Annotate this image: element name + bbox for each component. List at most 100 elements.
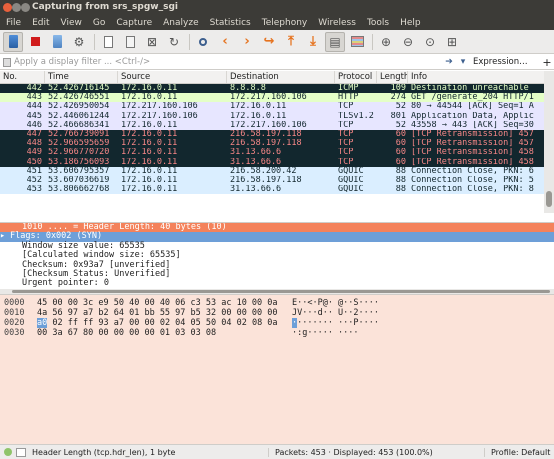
hex-bytes[interactable]: a0 02 ff ff 93 a7 00 00 02 04 05 50 04 0…: [32, 318, 292, 328]
cell-protocol: TCP: [338, 139, 354, 149]
ascii-bytes[interactable]: ········ ···P····: [292, 318, 412, 328]
cell-destination: 31.13.66.6: [230, 148, 282, 158]
menu-tools[interactable]: Tools: [367, 18, 389, 28]
cell-no: 449: [26, 148, 42, 158]
display-filter-input[interactable]: Apply a display filter ... <Ctrl-/>: [0, 56, 442, 69]
bytes-row[interactable]: 0020 a0 02 ff ff 93 a7 00 00 02 04 05 50…: [0, 318, 554, 328]
menu-analyze[interactable]: Analyze: [163, 18, 198, 28]
autoscroll-icon: ▤: [329, 34, 341, 49]
capture-options-button[interactable]: ⚙: [69, 32, 89, 52]
start-capture-button[interactable]: [3, 31, 23, 52]
column-header-no[interactable]: No.: [0, 71, 45, 83]
ascii-bytes[interactable]: E··<·P@· @··S····: [292, 298, 412, 308]
reload-file-button[interactable]: ↻: [164, 32, 184, 52]
save-file-button[interactable]: [120, 32, 140, 52]
column-header-protocol[interactable]: Protocol: [335, 71, 377, 83]
resize-columns-button[interactable]: ⊞: [442, 32, 462, 52]
close-window-button[interactable]: [3, 3, 12, 12]
filter-dropdown-button[interactable]: ▾: [456, 57, 470, 67]
cell-length: 88: [395, 185, 406, 195]
ascii-bytes[interactable]: ·:g····· ····: [292, 328, 412, 338]
find-packet-button[interactable]: [193, 32, 213, 52]
cell-info: Application Data, Applic: [411, 111, 534, 121]
autoscroll-button[interactable]: ▤: [325, 31, 345, 52]
bytes-row[interactable]: 0030 00 3a 67 80 00 00 00 00 01 03 03 08…: [0, 328, 554, 338]
edit-comment-icon[interactable]: [16, 447, 26, 457]
packet-row[interactable]: 442 52.426716145 172.16.0.11 8.8.8.8 ICMP 109…: [0, 84, 544, 94]
menu-view[interactable]: View: [61, 18, 82, 28]
expression-button[interactable]: Expression…: [470, 57, 540, 67]
menu-capture[interactable]: Capture: [116, 18, 152, 28]
restart-capture-button[interactable]: [47, 32, 67, 52]
highlighted-byte[interactable]: a0: [37, 318, 48, 328]
packet-row[interactable]: 448 52.966595659 172.16.0.11 216.58.197.118…: [0, 139, 544, 149]
open-file-button[interactable]: [98, 32, 118, 52]
column-header-source[interactable]: Source: [118, 71, 227, 83]
first-packet-button[interactable]: ⤒: [281, 32, 301, 52]
cell-info: [TCP Retransmission] 457: [411, 129, 534, 139]
menu-statistics[interactable]: Statistics: [210, 18, 251, 28]
packet-row[interactable]: 447 52.766739091 172.16.0.11 216.58.197.118…: [0, 129, 544, 140]
packet-count-status: Packets: 453 · Displayed: 453 (100.0%): [268, 447, 484, 457]
ascii-bytes[interactable]: JV···d·· U··2····: [292, 308, 412, 318]
go-to-packet-button[interactable]: ↪: [259, 32, 279, 52]
bytes-row[interactable]: 0010 4a 56 97 a7 b2 64 01 bb 55 97 b5 32…: [0, 308, 554, 318]
column-header-info[interactable]: Info: [408, 71, 544, 83]
close-file-button[interactable]: ⊠: [142, 32, 162, 52]
minimize-window-button[interactable]: [12, 3, 21, 12]
gear-icon: ⚙: [73, 34, 85, 49]
cell-source: 172.16.0.11: [121, 166, 178, 176]
status-indicator-icon[interactable]: [4, 448, 12, 456]
bookmark-icon: [3, 57, 11, 67]
stop-capture-button[interactable]: [25, 32, 45, 52]
column-header-length[interactable]: Length: [377, 71, 408, 83]
menu-file[interactable]: File: [6, 18, 21, 28]
cell-destination: 172.217.160.106: [230, 120, 307, 130]
packet-list-scrollbar[interactable]: [544, 71, 554, 213]
apply-filter-button[interactable]: ➔: [442, 57, 456, 67]
save-icon: [125, 35, 135, 48]
menu-edit[interactable]: Edit: [32, 18, 49, 28]
column-header-destination[interactable]: Destination: [227, 71, 335, 83]
menu-telephony[interactable]: Telephony: [262, 18, 308, 28]
menu-help[interactable]: Help: [400, 18, 421, 28]
add-filter-button[interactable]: +: [540, 56, 554, 69]
hex-bytes[interactable]: 45 00 00 3c e9 50 40 00 40 06 c3 53 ac 1…: [32, 298, 292, 308]
packet-row[interactable]: 451 53.606795357 172.16.0.11 216.58.200.42 G…: [0, 166, 544, 176]
filter-placeholder: Apply a display filter ... <Ctrl-/>: [14, 56, 151, 67]
packet-row[interactable]: 444 52.426950054 172.217.160.106 172.16.0.1…: [0, 102, 544, 112]
maximize-window-button[interactable]: [21, 3, 30, 12]
zoom-out-button[interactable]: ⊖: [398, 32, 418, 52]
cell-length: 60: [395, 129, 406, 139]
detail-rows: 1010 .... = Header Length: 40 bytes (10)…: [0, 223, 554, 288]
detail-row[interactable]: Urgent pointer: 0: [0, 279, 554, 288]
packet-row[interactable]: 446 52.466686341 172.16.0.11 172.217.160.10…: [0, 120, 544, 130]
colorize-button[interactable]: [347, 32, 367, 52]
packet-row[interactable]: 443 52.426746551 172.16.0.11 172.217.160.10…: [0, 93, 544, 103]
hex-bytes-rest: 02 ff ff 93 a7 00 00 02 04 05 50 04 02 0…: [47, 318, 278, 328]
cell-time: 52.966770720: [48, 148, 110, 158]
hex-bytes[interactable]: 00 3a 67 80 00 00 00 00 01 03 03 08: [32, 328, 292, 338]
column-header-time[interactable]: Time: [45, 71, 118, 83]
menu-go[interactable]: Go: [93, 18, 105, 28]
cell-length: 52: [395, 120, 406, 130]
go-back-button[interactable]: ‹: [215, 32, 235, 52]
scrollbar-thumb[interactable]: [546, 191, 552, 207]
cell-destination: 8.8.8.8: [230, 84, 266, 93]
menu-wireless[interactable]: Wireless: [318, 18, 356, 28]
last-packet-button[interactable]: ⤓: [303, 32, 323, 52]
expand-triangle-icon[interactable]: ▸: [0, 231, 10, 241]
packet-row[interactable]: 449 52.966770720 172.16.0.11 31.13.66.6 TCP 6…: [0, 148, 544, 158]
hex-bytes[interactable]: 4a 56 97 a7 b2 64 01 bb 55 97 b5 32 00 0…: [32, 308, 292, 318]
go-forward-button[interactable]: ›: [237, 32, 257, 52]
packet-row[interactable]: 450 53.186756093 172.16.0.11 31.13.66.6 TCP 6…: [0, 157, 544, 167]
scrollbar-thumb[interactable]: [12, 290, 550, 293]
packet-row[interactable]: 452 53.607036619 172.16.0.11 216.58.197.118…: [0, 175, 544, 186]
profile-status[interactable]: Profile: Default: [484, 447, 554, 457]
packet-row[interactable]: 453 53.806662768 172.16.0.11 31.13.66.6 GQUI…: [0, 185, 544, 195]
zoom-in-button[interactable]: ⊕: [376, 32, 396, 52]
cell-info: Connection Close, PKN: 8: [411, 185, 534, 195]
bytes-row[interactable]: 0000 45 00 00 3c e9 50 40 00 40 06 c3 53…: [0, 298, 554, 308]
normal-size-button[interactable]: ⊙: [420, 32, 440, 52]
packet-row[interactable]: 445 52.446061244 172.217.160.106 172.16.0.1…: [0, 111, 544, 121]
